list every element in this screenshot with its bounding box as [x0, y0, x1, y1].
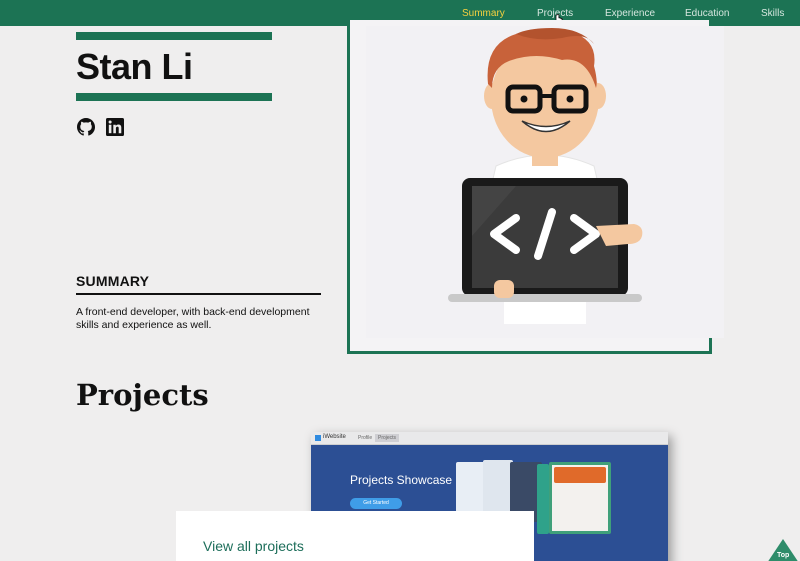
summary-text: A front-end developer, with back-end dev… — [76, 306, 310, 331]
profile-name: Stan Li — [76, 48, 193, 86]
top-label[interactable]: Top — [777, 552, 789, 559]
nav-item-experience[interactable]: Experience — [605, 8, 655, 19]
github-icon[interactable] — [77, 118, 95, 136]
summary-divider — [76, 293, 321, 295]
view-all-projects-link[interactable]: View all projects — [203, 538, 304, 554]
nav-item-summary[interactable]: Summary — [462, 8, 505, 19]
screenshot-tab-projects: Projects — [375, 434, 400, 442]
summary-heading: SUMMARY — [76, 273, 150, 289]
screenshot-topbar: iWebsite Profile Projects — [311, 432, 668, 445]
last-name: Li — [161, 46, 194, 87]
nav-item-education[interactable]: Education — [685, 8, 729, 19]
nav-item-skills[interactable]: Skills — [761, 8, 784, 19]
screenshot-headline: Projects Showcase — [350, 473, 453, 487]
preview-card-banner — [554, 467, 606, 483]
developer-illustration — [448, 28, 643, 324]
name-top-bar — [76, 32, 272, 40]
preview-card — [537, 464, 549, 534]
screenshot-brand: iWebsite — [323, 434, 346, 440]
website-logo-icon — [315, 435, 321, 441]
screenshot-cta-button: Get Started — [350, 498, 402, 509]
name-bottom-bar — [76, 93, 272, 101]
first-name: Stan — [76, 46, 153, 87]
linkedin-icon[interactable] — [106, 118, 124, 136]
projects-title: Projects — [76, 378, 209, 412]
screenshot-tab-profile: Profile — [358, 435, 373, 441]
